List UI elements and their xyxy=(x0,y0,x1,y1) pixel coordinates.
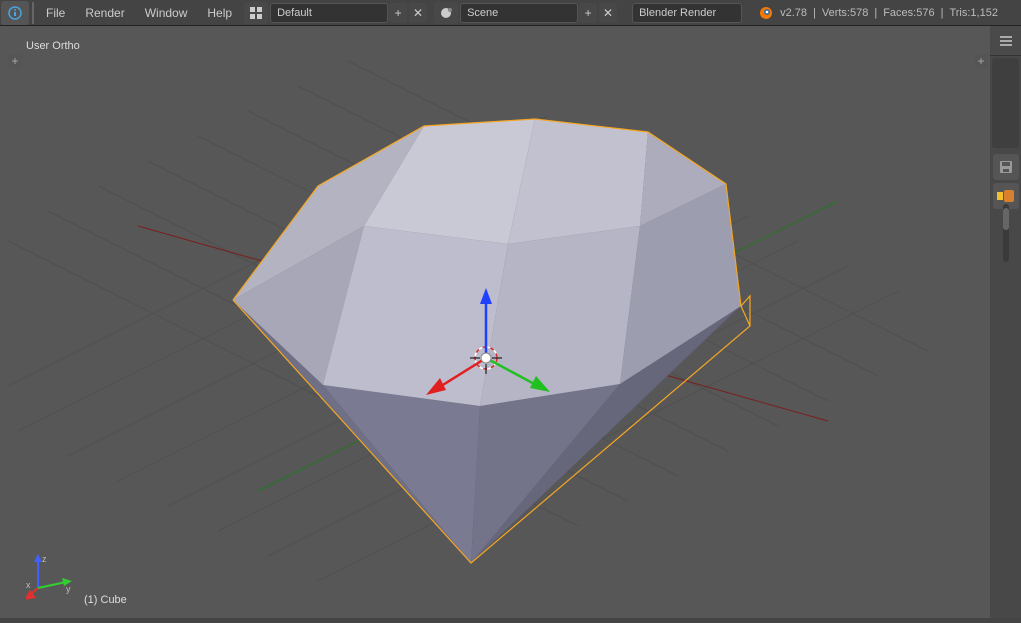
svg-text:x: x xyxy=(26,580,31,590)
menu-help[interactable]: Help xyxy=(197,2,242,24)
engine-dropdown[interactable]: Blender Render xyxy=(632,3,742,23)
layout-dropdown[interactable]: Default xyxy=(270,3,388,23)
axis-mini-gizmo: z y x xyxy=(26,552,74,600)
remove-layout-button[interactable]: ✕ xyxy=(409,3,427,23)
menu-window[interactable]: Window xyxy=(135,2,198,24)
3d-viewport[interactable]: User Ortho (1) Cube + + z y x xyxy=(8,26,990,618)
layout-label: Default xyxy=(277,7,312,19)
screens-icon[interactable] xyxy=(244,2,268,24)
main-area: User Ortho (1) Cube + + z y x xyxy=(0,26,990,618)
mesh-object xyxy=(233,119,750,563)
engine-label: Blender Render xyxy=(639,7,716,19)
menu-file[interactable]: File xyxy=(36,2,75,24)
svg-text:y: y xyxy=(66,584,71,594)
scenes-icon[interactable] xyxy=(434,2,458,24)
n-panel-toggle[interactable]: + xyxy=(974,54,988,68)
faces-stat: Faces:576 xyxy=(877,7,940,19)
blender-logo-icon xyxy=(756,4,774,22)
editor-type-icon[interactable] xyxy=(1,1,29,25)
toolshelf-toggle[interactable]: + xyxy=(8,54,22,68)
remove-scene-button[interactable]: ✕ xyxy=(599,3,617,23)
verts-stat: Verts:578 xyxy=(816,7,874,19)
splitter xyxy=(32,2,34,24)
save-icon[interactable] xyxy=(993,154,1019,180)
outliner-scrollbar[interactable] xyxy=(992,58,1019,148)
menu-render[interactable]: Render xyxy=(75,2,134,24)
top-header: File Render Window Help Default + ✕ Scen… xyxy=(0,0,1021,26)
svg-text:z: z xyxy=(42,554,47,564)
properties-sidebar xyxy=(990,26,1021,618)
outliner-header[interactable] xyxy=(990,26,1021,56)
version-text: v2.78 xyxy=(774,7,813,19)
properties-scrollbar[interactable] xyxy=(1003,204,1009,262)
scene-dropdown[interactable]: Scene xyxy=(460,3,578,23)
add-layout-button[interactable]: + xyxy=(389,3,407,23)
active-object-label: (1) Cube xyxy=(84,594,127,606)
add-scene-button[interactable]: + xyxy=(579,3,597,23)
tris-stat: Tris:1,152 xyxy=(943,7,1004,19)
view-orientation-label: User Ortho xyxy=(26,40,80,52)
viewport-canvas xyxy=(8,26,990,618)
scene-label: Scene xyxy=(467,7,498,19)
